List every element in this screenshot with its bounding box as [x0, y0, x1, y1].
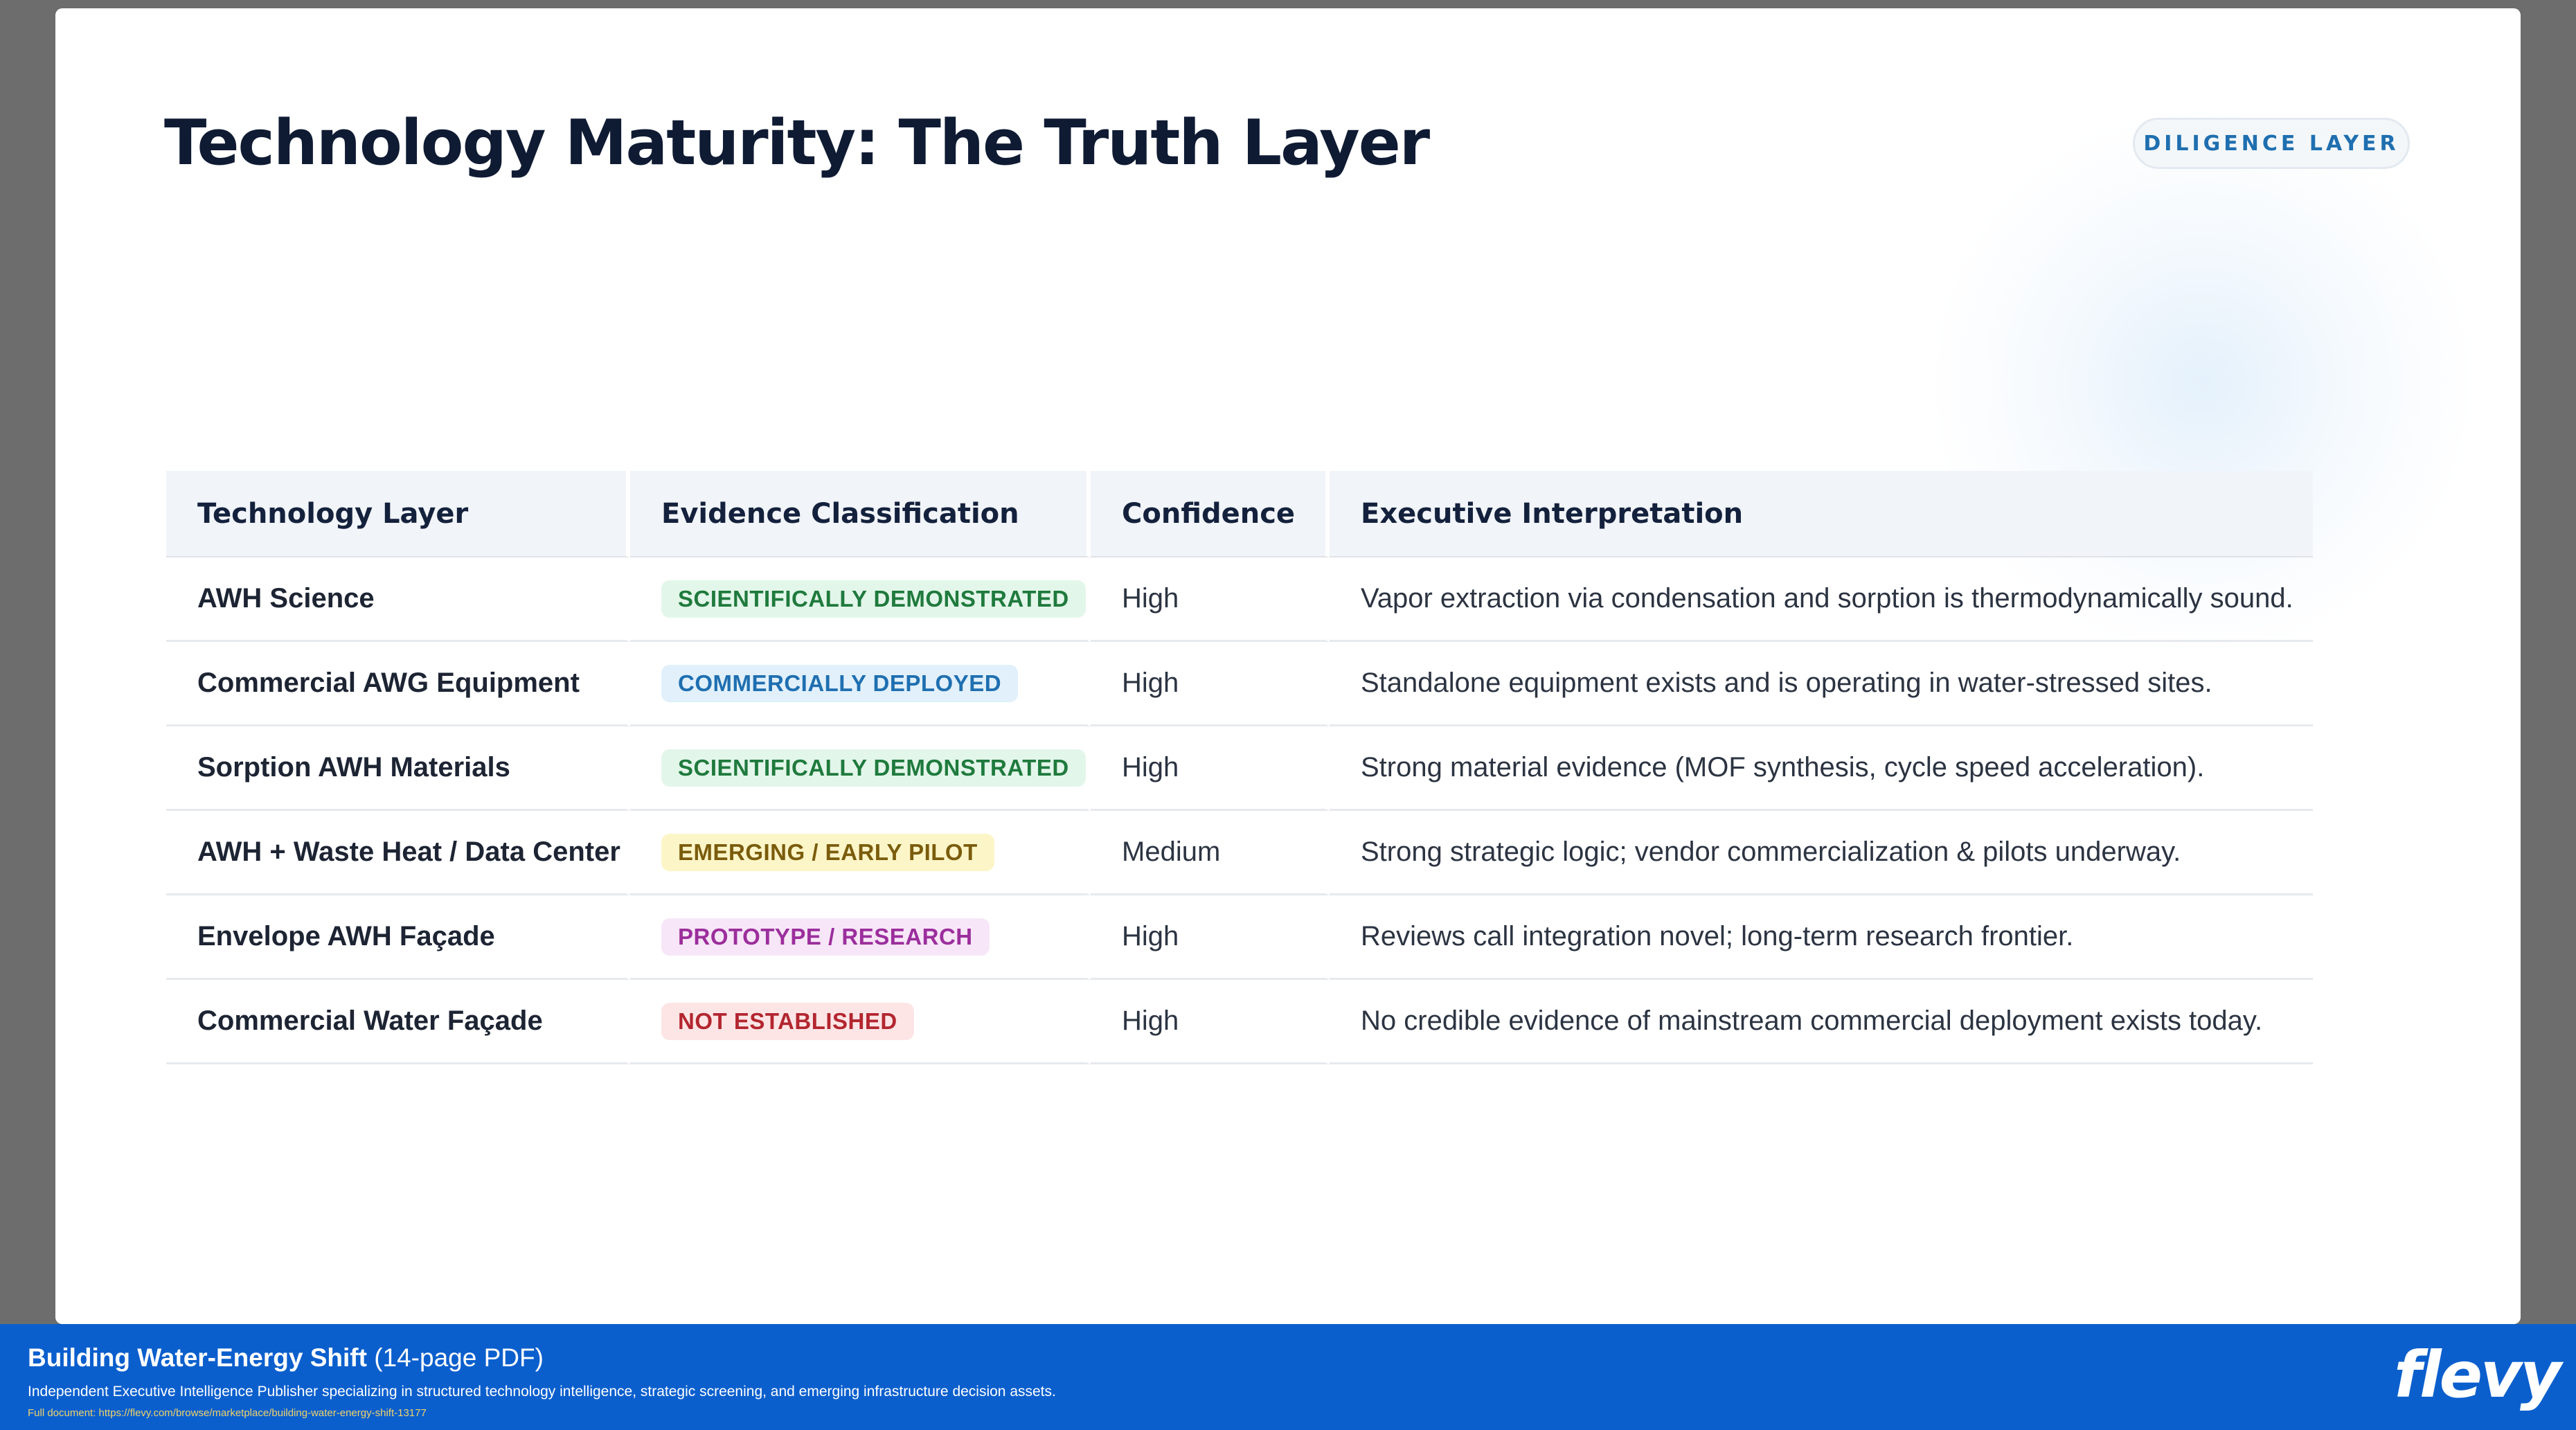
technology-layer-cell: Commercial AWG Equipment	[166, 642, 630, 726]
slide-title: Technology Maturity: The Truth Layer	[164, 107, 1430, 179]
table-row: AWH + Waste Heat / Data Center EMERGING …	[166, 811, 2313, 895]
flevy-logo[interactable]: flevy	[2394, 1343, 2561, 1407]
maturity-table: Technology Layer Evidence Classification…	[166, 471, 2313, 1064]
technology-layer-cell: Commercial Water Façade	[166, 980, 630, 1064]
interpretation-cell: Strong strategic logic; vendor commercia…	[1330, 811, 2313, 895]
header-executive-interpretation: Executive Interpretation	[1330, 471, 2313, 557]
table-row: Envelope AWH Façade PROTOTYPE / RESEARCH…	[166, 895, 2313, 980]
confidence-cell: Medium	[1091, 811, 1330, 895]
section-tag-badge: DILIGENCE LAYER	[2133, 118, 2410, 169]
classification-cell: SCIENTIFICALLY DEMONSTRATED	[630, 726, 1091, 811]
classification-cell: COMMERCIALLY DEPLOYED	[630, 642, 1091, 726]
interpretation-cell: Strong material evidence (MOF synthesis,…	[1330, 726, 2313, 811]
classification-cell: EMERGING / EARLY PILOT	[630, 811, 1091, 895]
header-technology-layer: Technology Layer	[166, 471, 630, 557]
table-row: Commercial Water Façade NOT ESTABLISHED …	[166, 980, 2313, 1064]
classification-badge: EMERGING / EARLY PILOT	[661, 833, 994, 871]
interpretation-cell: Vapor extraction via condensation and so…	[1330, 557, 2313, 642]
classification-cell: PROTOTYPE / RESEARCH	[630, 895, 1091, 980]
confidence-cell: High	[1091, 895, 1330, 980]
classification-badge: PROTOTYPE / RESEARCH	[661, 918, 990, 956]
publisher-tagline: Independent Executive Intelligence Publi…	[28, 1384, 1056, 1400]
document-viewer: Technology Maturity: The Truth Layer DIL…	[0, 0, 2576, 1430]
technology-layer-cell: Envelope AWH Façade	[166, 895, 630, 980]
classification-cell: NOT ESTABLISHED	[630, 980, 1091, 1064]
interpretation-cell: Standalone equipment exists and is opera…	[1330, 642, 2313, 726]
classification-badge: NOT ESTABLISHED	[661, 1002, 914, 1040]
table-row: Sorption AWH Materials SCIENTIFICALLY DE…	[166, 726, 2313, 811]
interpretation-cell: No credible evidence of mainstream comme…	[1330, 980, 2313, 1064]
classification-badge: SCIENTIFICALLY DEMONSTRATED	[661, 749, 1086, 787]
header-confidence: Confidence	[1091, 471, 1330, 557]
interpretation-cell: Reviews call integration novel; long-ter…	[1330, 895, 2313, 980]
slide-page: Technology Maturity: The Truth Layer DIL…	[55, 8, 2521, 1324]
classification-badge: COMMERCIALLY DEPLOYED	[661, 664, 1019, 702]
table-header-row: Technology Layer Evidence Classification…	[166, 471, 2313, 557]
classification-cell: SCIENTIFICALLY DEMONSTRATED	[630, 557, 1091, 642]
confidence-cell: High	[1091, 726, 1330, 811]
document-page-count: (14-page PDF)	[374, 1343, 544, 1372]
technology-layer-cell: AWH + Waste Heat / Data Center	[166, 811, 630, 895]
technology-layer-cell: AWH Science	[166, 557, 630, 642]
table-row: Commercial AWG Equipment COMMERCIALLY DE…	[166, 642, 2313, 726]
classification-badge: SCIENTIFICALLY DEMONSTRATED	[661, 580, 1086, 618]
confidence-cell: High	[1091, 557, 1330, 642]
document-footer-banner: Building Water-Energy Shift (14-page PDF…	[0, 1324, 2576, 1430]
header-evidence-classification: Evidence Classification	[630, 471, 1091, 557]
full-document-link[interactable]: Full document: https://flevy.com/browse/…	[28, 1407, 427, 1419]
table-row: AWH Science SCIENTIFICALLY DEMONSTRATED …	[166, 557, 2313, 642]
confidence-cell: High	[1091, 642, 1330, 726]
confidence-cell: High	[1091, 980, 1330, 1064]
document-name: Building Water-Energy Shift	[28, 1343, 367, 1372]
document-title: Building Water-Energy Shift (14-page PDF…	[28, 1343, 544, 1373]
technology-layer-cell: Sorption AWH Materials	[166, 726, 630, 811]
